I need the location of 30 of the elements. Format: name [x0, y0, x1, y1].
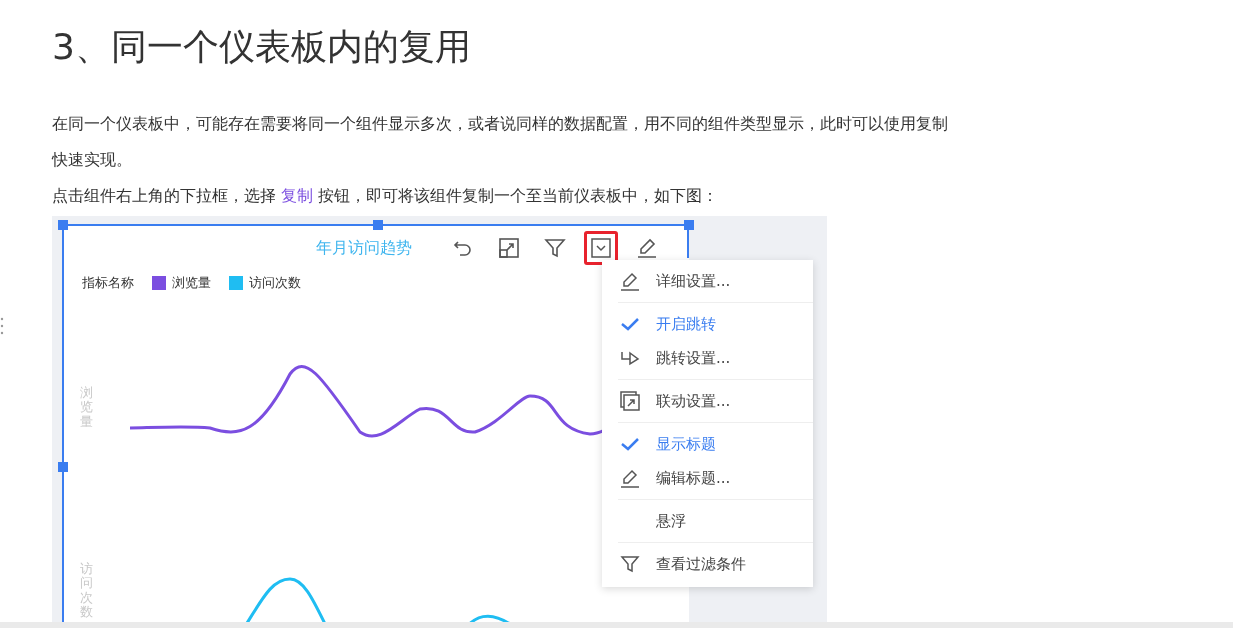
resize-handle-icon[interactable]	[684, 220, 694, 230]
filter-icon[interactable]	[544, 237, 566, 259]
paragraph: 在同一个仪表板中，可能存在需要将同一个组件显示多次，或者说同样的数据配置，用不同的组件类型显示，此时可以使用复制 快速实现。	[52, 113, 949, 171]
resize-handle-icon[interactable]	[373, 220, 383, 230]
legend-item: 访问次数	[249, 274, 301, 292]
menu-item[interactable]: 悬浮	[602, 504, 813, 538]
pencil-icon[interactable]	[636, 237, 658, 259]
section-heading: 3、同一个仪表板内的复用	[52, 25, 472, 69]
pencil-icon	[620, 271, 640, 291]
menu-item[interactable]: 查看过滤条件	[602, 547, 813, 581]
linked-window-icon	[620, 391, 640, 411]
filter-icon	[620, 554, 640, 574]
drag-handle-icon[interactable]	[0, 316, 4, 336]
widget-title: 年月访问趋势	[316, 237, 412, 259]
copy-link[interactable]: 复制	[281, 186, 314, 205]
resize-handle-icon[interactable]	[58, 220, 68, 230]
legend-item: 浏览量	[172, 274, 211, 292]
pencil-icon	[620, 468, 640, 488]
menu-item[interactable]: 开启跳转	[602, 307, 813, 341]
menu-item[interactable]: 跳转设置...	[602, 341, 813, 375]
dropdown-icon	[591, 238, 611, 258]
scrollbar[interactable]	[0, 622, 1233, 628]
menu-item[interactable]: 详细设置...	[602, 264, 813, 298]
menu-item[interactable]: 联动设置...	[602, 384, 813, 418]
expand-icon[interactable]	[498, 237, 520, 259]
menu-item[interactable]: 显示标题	[602, 427, 813, 461]
resize-handle-icon[interactable]	[58, 462, 68, 472]
paragraph: 点击组件右上角的下拉框，选择 复制 按钮，即可将该组件复制一个至当前仪表板中，如下图：	[52, 186, 719, 205]
menu-item[interactable]: 编辑标题...	[602, 461, 813, 495]
legend-label: 指标名称	[82, 274, 134, 292]
